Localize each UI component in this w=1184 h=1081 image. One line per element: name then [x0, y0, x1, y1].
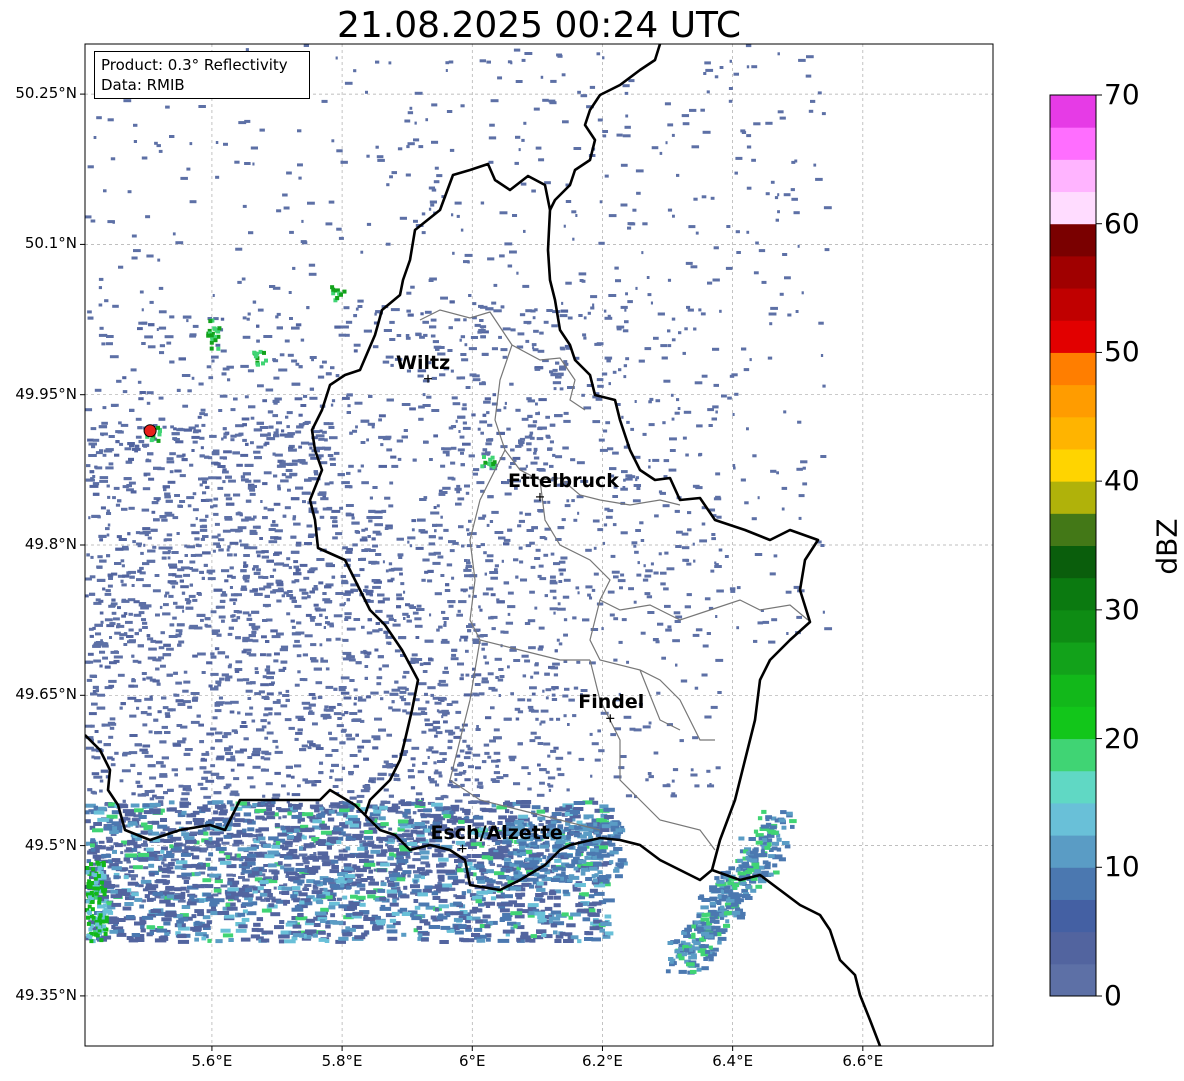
city-label: Esch/Alzette	[430, 821, 563, 844]
colorbar-tick-label: 0	[1104, 979, 1122, 1012]
colorbar-segment	[1050, 481, 1096, 514]
lat-tick-label: 49.65°N	[15, 685, 77, 704]
colorbar-segment	[1050, 835, 1096, 868]
colorbar-segment	[1050, 159, 1096, 193]
colorbar-segment	[1050, 899, 1096, 933]
colorbar-segment	[1050, 288, 1096, 321]
lon-tick-label: 6.6°E	[842, 1052, 884, 1070]
axis-ticks	[80, 93, 864, 1051]
info-product: Product: 0.3° Reflectivity	[101, 56, 288, 74]
colorbar-segment	[1050, 867, 1096, 900]
colorbar-segment	[1050, 223, 1096, 257]
colorbar-tick-label: 60	[1104, 206, 1140, 240]
colorbar-tick-label: 20	[1104, 721, 1140, 755]
colorbar-segment	[1050, 609, 1096, 643]
city-label: Ettelbruck	[507, 469, 619, 492]
info-box: Product: 0.3° Reflectivity Data: RMIB	[94, 51, 310, 99]
radar-map	[80, 43, 1102, 1051]
lat-tick-label: 50.1°N	[24, 234, 77, 253]
colorbar-tick-label: 10	[1104, 850, 1140, 884]
colorbar-segment	[1050, 127, 1096, 160]
radar-site-marker	[143, 424, 157, 438]
info-data-source: Data: RMIB	[101, 76, 185, 94]
colorbar-segment	[1050, 963, 1096, 997]
colorbar-segment	[1050, 95, 1096, 128]
lat-tick-label: 49.35°N	[15, 985, 77, 1004]
colorbar-segment	[1050, 384, 1096, 418]
lon-tick-label: 6°E	[459, 1052, 486, 1070]
lon-tick-label: 5.6°E	[191, 1052, 233, 1070]
lat-tick-label: 49.5°N	[24, 835, 77, 854]
colorbar-segment	[1050, 802, 1096, 836]
colorbar-segment	[1050, 545, 1096, 579]
colorbar-segment	[1050, 674, 1096, 707]
colorbar-segment	[1050, 513, 1096, 546]
city-label: Findel	[578, 691, 645, 714]
colorbar	[1049, 94, 1102, 997]
colorbar-segment	[1050, 706, 1096, 740]
colorbar-segment	[1050, 255, 1096, 289]
lat-tick-label: 49.8°N	[24, 535, 77, 553]
colorbar-tick-label: 30	[1104, 592, 1140, 626]
colorbar-segment	[1050, 577, 1096, 611]
colorbar-segment	[1050, 931, 1096, 965]
colorbar-segment	[1050, 352, 1096, 386]
colorbar-tick-label: 40	[1104, 464, 1140, 498]
colorbar-segment	[1050, 191, 1096, 225]
colorbar-segment	[1050, 320, 1096, 353]
lat-tick-label: 49.95°N	[15, 384, 77, 403]
lon-tick-label: 6.2°E	[582, 1052, 623, 1070]
colorbar-segment	[1050, 738, 1096, 772]
colorbar-segment	[1050, 770, 1096, 804]
colorbar-tick-label: 50	[1104, 335, 1140, 369]
colorbar-segment	[1050, 642, 1096, 675]
colorbar-label: dBZ	[1150, 518, 1184, 575]
lat-tick-label: 50.25°N	[15, 84, 77, 103]
city-label: Wiltz	[396, 351, 451, 374]
lon-tick-label: 5.8°E	[321, 1052, 363, 1070]
lon-tick-label: 6.4°E	[712, 1052, 754, 1070]
colorbar-segment	[1050, 416, 1096, 450]
colorbar-segment	[1050, 448, 1096, 482]
colorbar-tick-label: 70	[1104, 78, 1140, 111]
